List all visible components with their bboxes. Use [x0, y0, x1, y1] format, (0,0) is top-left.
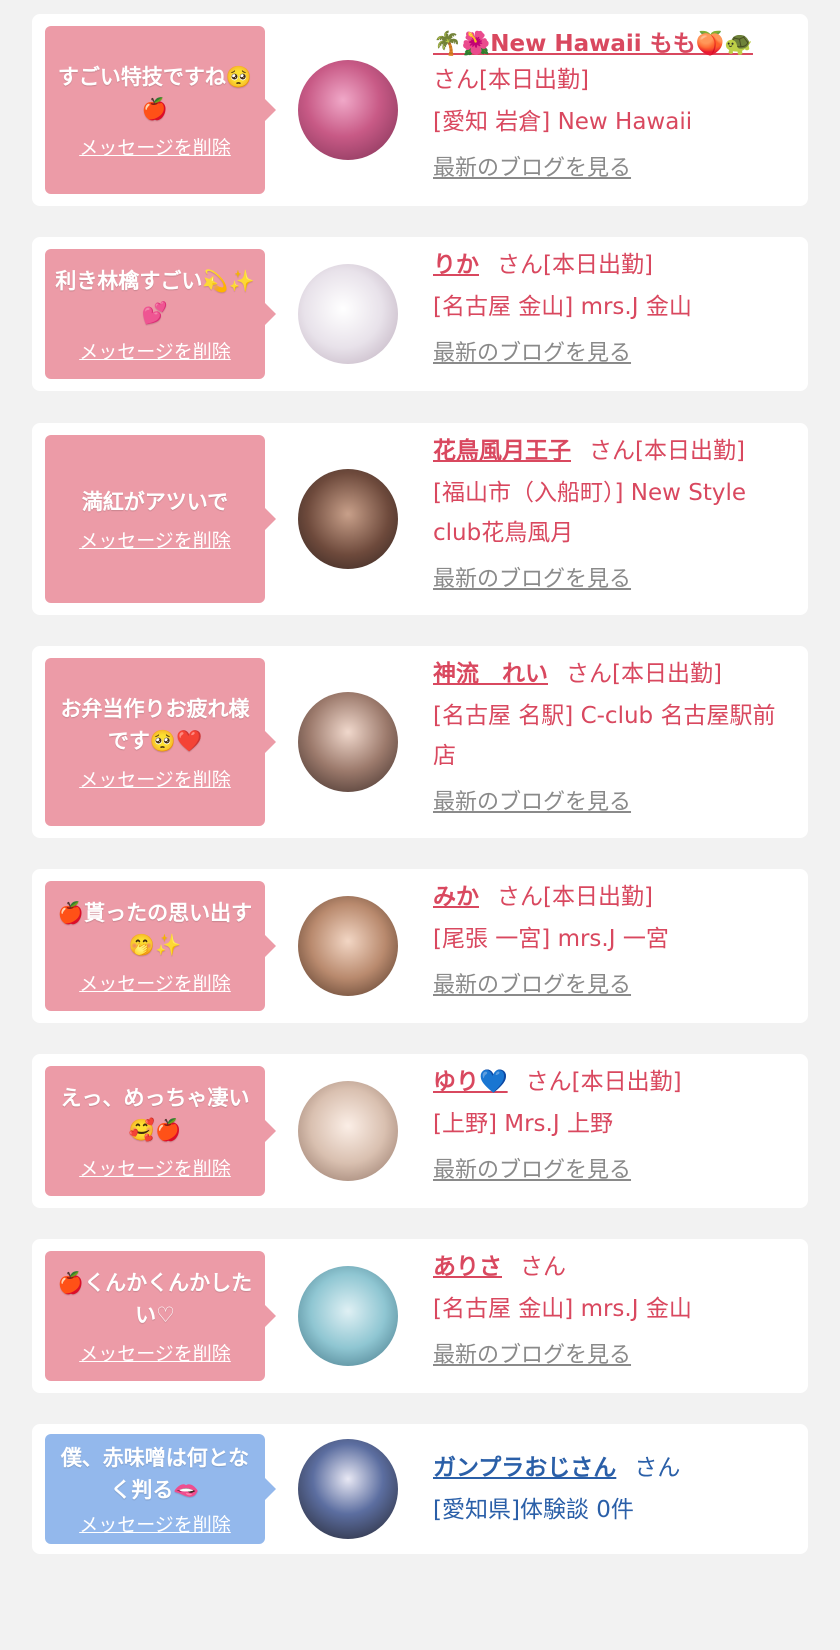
message-card: 満紅がアツいで メッセージを削除 花鳥風月王子 さん[本日出勤] [福山市（入船町…	[32, 423, 808, 615]
profile-info: ガンプラおじさん さん [愛知県]体験談 0件	[433, 1450, 794, 1530]
avatar[interactable]	[298, 896, 398, 996]
profile-info: 神流 れい さん[本日出勤] [名古屋 名駅] C-club 名古屋駅前店 最新の…	[433, 656, 794, 820]
profile-info: りか さん[本日出勤] [名古屋 金山] mrs.J 金山 最新のブログを見る	[433, 247, 794, 371]
message-card: 利き林檎すごい💫✨💕 メッセージを削除 りか さん[本日出勤] [名古屋 金山] …	[32, 237, 808, 391]
message-bubble: 利き林檎すごい💫✨💕 メッセージを削除	[45, 249, 276, 379]
message-text: えっ、めっちゃ凄い🥰🍎	[60, 1085, 250, 1142]
delete-message-link[interactable]: メッセージを削除	[79, 1339, 231, 1366]
profile-name-link[interactable]: 花鳥風月王子	[433, 438, 571, 464]
status-text: さん[本日出勤]	[525, 1069, 682, 1095]
blog-link[interactable]: 最新のブログを見る	[433, 786, 794, 820]
blog-link[interactable]: 最新のブログを見る	[433, 969, 794, 1003]
delete-message-link[interactable]: メッセージを削除	[79, 526, 231, 553]
status-text: さん[本日出勤]	[589, 438, 745, 464]
avatar[interactable]	[298, 60, 398, 160]
message-text: 僕、赤味噌は何となく判る🫦	[60, 1445, 250, 1502]
blog-link[interactable]: 最新のブログを見る	[433, 152, 794, 186]
profile-info: ゆり💙 さん[本日出勤] [上野] Mrs.J 上野 最新のブログを見る	[433, 1064, 794, 1188]
status-text: さん[本日出勤]	[433, 67, 589, 93]
blog-link[interactable]: 最新のブログを見る	[433, 563, 794, 597]
message-text: すごい特技ですね🥺🍎	[57, 64, 253, 121]
profile-name-link[interactable]: ガンプラおじさん	[433, 1455, 616, 1481]
profile-name-link[interactable]: ありさ	[433, 1254, 502, 1280]
message-list: すごい特技ですね🥺🍎 メッセージを削除 🌴🌺New Hawaii もも🍑🐢 さん…	[0, 0, 840, 1650]
message-bubble: 🍎くんかくんかしたい♡ メッセージを削除	[45, 1251, 276, 1381]
message-card: 🍎くんかくんかしたい♡ メッセージを削除 ありさ さん [名古屋 金山] mrs.…	[32, 1239, 808, 1393]
delete-message-link[interactable]: メッセージを削除	[79, 1510, 231, 1537]
status-text: さん[本日出勤]	[497, 884, 653, 910]
blog-link[interactable]: 最新のブログを見る	[433, 1339, 794, 1373]
avatar[interactable]	[298, 692, 398, 792]
message-card: えっ、めっちゃ凄い🥰🍎 メッセージを削除 ゆり💙 さん[本日出勤] [上野] Mr…	[32, 1054, 808, 1208]
message-bubble: すごい特技ですね🥺🍎 メッセージを削除	[45, 26, 276, 194]
message-bubble: えっ、めっちゃ凄い🥰🍎 メッセージを削除	[45, 1066, 276, 1196]
shop-text: [名古屋 金山] mrs.J 金山	[433, 294, 692, 320]
profile-name-link[interactable]: 🌴🌺New Hawaii もも🍑🐢	[433, 31, 753, 57]
profile-info: 🌴🌺New Hawaii もも🍑🐢 さん[本日出勤] [愛知 岩倉] New H…	[433, 26, 794, 186]
blog-link[interactable]: 最新のブログを見る	[433, 1154, 794, 1188]
message-text: 🍎くんかくんかしたい♡	[57, 1270, 253, 1327]
message-bubble: 満紅がアツいで メッセージを削除	[45, 435, 276, 603]
profile-name-link[interactable]: ゆり💙	[433, 1069, 508, 1095]
profile-info: みか さん[本日出勤] [尾張 一宮] mrs.J 一宮 最新のブログを見る	[433, 879, 794, 1003]
delete-message-link[interactable]: メッセージを削除	[79, 765, 231, 792]
message-card: 🍎貰ったの思い出す🤭✨ メッセージを削除 みか さん[本日出勤] [尾張 一宮] …	[32, 869, 808, 1023]
message-card: 僕、赤味噌は何となく判る🫦 メッセージを削除 ガンプラおじさん さん [愛知県]体…	[32, 1424, 808, 1554]
shop-text: [福山市（入船町）] New Style club花鳥風月	[433, 480, 747, 546]
delete-message-link[interactable]: メッセージを削除	[79, 337, 231, 364]
message-bubble: 🍎貰ったの思い出す🤭✨ メッセージを削除	[45, 881, 276, 1011]
status-text: さん[本日出勤]	[497, 252, 653, 278]
message-text: 満紅がアツいで	[81, 489, 229, 514]
avatar[interactable]	[298, 1266, 398, 1366]
shop-text: [愛知 岩倉] New Hawaii	[433, 109, 693, 135]
avatar[interactable]	[298, 264, 398, 364]
blog-link[interactable]: 最新のブログを見る	[433, 337, 794, 371]
avatar[interactable]	[298, 1439, 398, 1539]
message-card: お弁当作りお疲れ様です🥺❤️ メッセージを削除 神流 れい さん[本日出勤] [名…	[32, 646, 808, 838]
status-text: さん	[520, 1254, 566, 1280]
message-text: お弁当作りお疲れ様です🥺❤️	[60, 696, 250, 753]
message-text: 🍎貰ったの思い出す🤭✨	[57, 900, 253, 957]
message-card: すごい特技ですね🥺🍎 メッセージを削除 🌴🌺New Hawaii もも🍑🐢 さん…	[32, 14, 808, 206]
shop-text: [上野] Mrs.J 上野	[433, 1111, 613, 1137]
profile-info: 花鳥風月王子 さん[本日出勤] [福山市（入船町）] New Style club…	[433, 433, 794, 597]
delete-message-link[interactable]: メッセージを削除	[79, 969, 231, 996]
shop-text: [名古屋 名駅] C-club 名古屋駅前店	[433, 703, 776, 769]
message-text: 利き林檎すごい💫✨💕	[55, 268, 255, 325]
shop-text: [愛知県]体験談 0件	[433, 1497, 634, 1523]
profile-name-link[interactable]: りか	[433, 252, 479, 278]
shop-text: [名古屋 金山] mrs.J 金山	[433, 1296, 692, 1322]
status-text: さん[本日出勤]	[566, 661, 722, 687]
status-text: さん	[634, 1455, 681, 1481]
delete-message-link[interactable]: メッセージを削除	[79, 133, 231, 160]
profile-name-link[interactable]: 神流 れい	[433, 661, 548, 687]
delete-message-link[interactable]: メッセージを削除	[79, 1154, 231, 1181]
profile-info: ありさ さん [名古屋 金山] mrs.J 金山 最新のブログを見る	[433, 1249, 794, 1373]
message-bubble: 僕、赤味噌は何となく判る🫦 メッセージを削除	[45, 1434, 276, 1544]
profile-name-link[interactable]: みか	[433, 884, 479, 910]
message-bubble: お弁当作りお疲れ様です🥺❤️ メッセージを削除	[45, 658, 276, 826]
avatar[interactable]	[298, 469, 398, 569]
avatar[interactable]	[298, 1081, 398, 1181]
shop-text: [尾張 一宮] mrs.J 一宮	[433, 926, 669, 952]
